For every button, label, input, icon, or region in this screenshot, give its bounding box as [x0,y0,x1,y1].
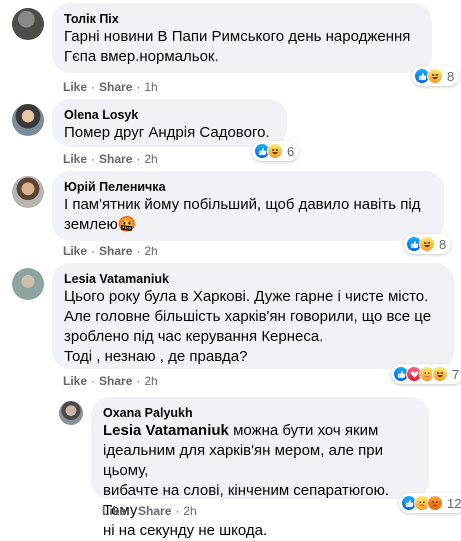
share-link[interactable]: Share [99,244,132,258]
timestamp[interactable]: 2h [144,244,157,258]
comment-author[interactable]: Lesia Vatamaniuk [64,271,442,287]
haha-icon [432,366,448,382]
comment-line: Але головне більшість харків'ян говорили… [64,308,432,325]
comment-text: Помер друг Андрія Садового. [64,123,275,143]
reactions-summary[interactable]: 7 [391,364,461,384]
avatar[interactable] [12,8,44,40]
timestamp[interactable]: 2h [144,152,157,166]
comment-line: Помер друг Андрія Садового. [64,124,270,141]
share-link[interactable]: Share [99,152,132,166]
comment-author[interactable]: Толік Піх [64,11,420,27]
like-link[interactable]: Like [63,152,87,166]
reactions-summary[interactable]: 6 [252,141,300,161]
like-link[interactable]: Like [63,374,87,388]
comment-text: Цього року була в Харкові. Дуже гарне і … [64,287,442,367]
comment-bubble: Lesia Vatamaniuk Цього року була в Харко… [52,263,454,369]
share-link[interactable]: Share [99,80,132,94]
comment-actions: Like · Share · 1h [63,80,158,94]
haha-icon [267,143,283,159]
comment-author[interactable]: Юрій Пеленичка [64,179,432,195]
timestamp[interactable]: 1h [144,80,157,94]
reaction-count: 8 [439,236,447,252]
avatar[interactable] [59,401,83,425]
comment-line: зроблено під час керування Кернеса. [64,328,324,345]
like-link[interactable]: Like [63,244,87,258]
haha-icon [419,236,435,252]
comment-actions: Like · Share · 2h [63,244,158,258]
reaction-count: 7 [452,366,460,382]
reaction-count: 8 [447,68,455,84]
mention-link[interactable]: Lesia Vatamaniuk [103,422,229,439]
comment-actions: Like · Share · 2h [102,504,197,518]
haha-icon [427,68,443,84]
comment-line: І пам'ятник йому побільший, щоб давило н… [64,196,421,213]
comment-line: ні на секунду не шкода. [103,522,268,539]
comment-line: Тоді , незнаю , де правда? [64,348,248,365]
comment-bubble: Юрій Пеленичка І пам'ятник йому побільши… [52,171,444,241]
avatar[interactable] [12,176,44,208]
comment-line: Гарні новини В Папи Римського день народ… [64,28,411,45]
angry-icon [427,495,443,511]
reactions-summary[interactable]: 8 [412,66,460,86]
share-link[interactable]: Share [99,374,132,388]
comment-text: Гарні новини В Папи Римського день народ… [64,27,420,67]
reactions-summary[interactable]: 12 [399,493,461,513]
avatar[interactable] [12,268,44,300]
comment-actions: Like · Share · 2h [63,152,158,166]
share-link[interactable]: Share [138,504,171,518]
reaction-count: 6 [287,143,295,159]
timestamp[interactable]: 2h [183,504,196,518]
comment-line: землею🤬 [64,216,137,233]
comment-text: І пам'ятник йому побільший, щоб давило н… [64,195,432,235]
comment-bubble: Olena Losyk Помер друг Андрія Садового. [52,99,287,147]
comment-line: Цього року була в Харкові. Дуже гарне і … [64,288,429,305]
comment-author[interactable]: Olena Losyk [64,107,275,123]
comment-text: Lesia Vatamaniuk можна бути хоч яким іде… [103,421,417,541]
comment-bubble: Толік Піх Гарні новини В Папи Римського … [52,3,432,73]
reaction-count: 12 [447,495,461,511]
reactions-summary[interactable]: 8 [404,234,452,254]
timestamp[interactable]: 2h [144,374,157,388]
comment-line: Гєпа вмер.нормальок. [64,48,219,65]
comment-bubble: Oxana Palyukh Lesia Vatamaniuk можна бут… [91,397,429,539]
like-link[interactable]: Like [63,80,87,94]
like-link[interactable]: Like [102,504,126,518]
comment-author[interactable]: Oxana Palyukh [103,405,417,421]
comment-line: Lesia Vatamaniuk можна бути хоч яким [103,421,417,441]
comment-line-text: можна бути хоч яким [228,422,379,439]
comment-line: ідеальним для харків'ян мером, але при ц… [103,442,384,479]
comment-actions: Like · Share · 2h [63,374,158,388]
avatar[interactable] [12,104,44,136]
